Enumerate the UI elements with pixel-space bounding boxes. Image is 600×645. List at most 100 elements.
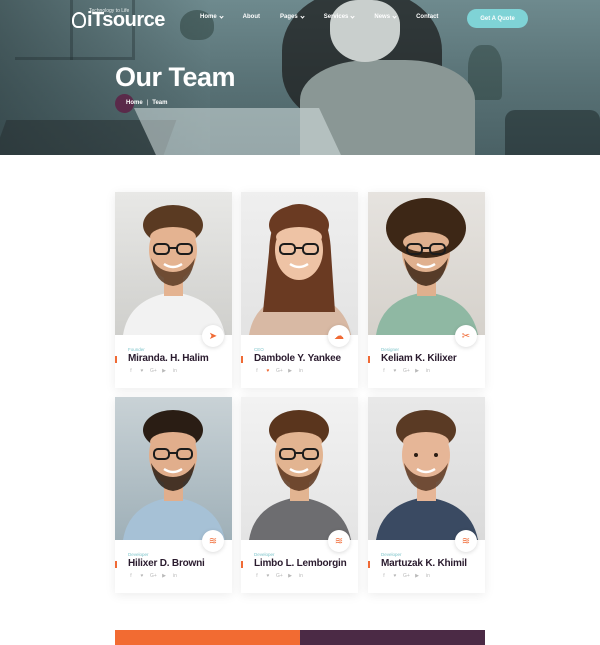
facebook-icon[interactable]: f <box>128 573 134 579</box>
twitter-icon[interactable]: ♥ <box>139 573 145 579</box>
youtube-icon[interactable]: ▶ <box>287 368 293 374</box>
team-card[interactable]: ≋ Developer Limbo L. Lemborgin f ♥ G+ ▶ in <box>241 397 358 593</box>
portrait-illustration <box>376 410 478 540</box>
portrait-illustration <box>249 204 351 335</box>
facebook-icon[interactable]: f <box>381 368 387 374</box>
card-accent-marker <box>241 561 243 568</box>
social-links: f ♥ G+ ▶ in <box>254 368 304 374</box>
nav-item-contact[interactable]: Contact <box>416 14 438 20</box>
twitter-icon[interactable]: ♥ <box>265 573 271 579</box>
nav-item-services[interactable]: Services <box>323 13 356 20</box>
team-card[interactable]: ≋ Developer Martuzak K. Khimil f ♥ G+ ▶ in <box>368 397 485 593</box>
team-member-photo <box>368 397 485 540</box>
card-accent-marker <box>368 356 370 363</box>
twitter-icon[interactable]: ♥ <box>392 368 398 374</box>
chevron-down-icon <box>300 13 305 19</box>
layers-icon[interactable]: ≋ <box>202 530 224 552</box>
twitter-icon[interactable]: ♥ <box>392 573 398 579</box>
linkedin-icon[interactable]: in <box>298 368 304 374</box>
team-member-name[interactable]: Limbo L. Lemborgin <box>254 558 347 569</box>
facebook-icon[interactable]: f <box>381 573 387 579</box>
hero-banner: iTsource Technology to Life Home About P… <box>0 0 600 155</box>
team-member-role: CEO <box>254 347 264 352</box>
card-accent-marker <box>115 356 117 363</box>
team-member-photo <box>241 397 358 540</box>
team-member-role: Developer <box>254 552 275 557</box>
portrait-illustration <box>376 198 478 335</box>
linkedin-icon[interactable]: in <box>425 368 431 374</box>
breadcrumb-current: Team <box>152 100 168 106</box>
linkedin-icon[interactable]: in <box>172 368 178 374</box>
cloud-icon[interactable]: ☁ <box>328 325 350 347</box>
chevron-down-icon <box>350 13 356 19</box>
logo-tagline: Technology to Life <box>89 8 130 14</box>
chevron-down-icon <box>392 13 397 19</box>
footer-cta-right <box>300 630 485 645</box>
breadcrumb: Home | Team <box>126 100 167 106</box>
send-icon[interactable]: ➤ <box>202 325 224 347</box>
portrait-illustration <box>123 410 225 540</box>
social-links: f ♥ G+ ▶ in <box>128 368 178 374</box>
page-title: Our Team <box>115 62 236 92</box>
team-member-name[interactable]: Martuzak K. Khimil <box>381 558 467 569</box>
portrait-illustration <box>249 410 351 540</box>
twitter-icon[interactable]: ♥ <box>265 368 271 374</box>
tools-icon[interactable]: ✂ <box>455 325 477 347</box>
facebook-icon[interactable]: f <box>254 573 260 579</box>
google-icon[interactable]: G+ <box>150 573 157 579</box>
hero-window-mullion <box>70 0 73 60</box>
youtube-icon[interactable]: ▶ <box>161 368 167 374</box>
google-icon[interactable]: G+ <box>150 368 157 374</box>
twitter-icon[interactable]: ♥ <box>139 368 145 374</box>
nav-label: Services <box>323 14 349 20</box>
nav-label: About <box>242 14 260 20</box>
footer-cta-left <box>115 630 300 645</box>
team-member-role: Developer <box>381 552 402 557</box>
layers-icon[interactable]: ≋ <box>455 530 477 552</box>
nav-label: Pages <box>280 14 298 20</box>
google-icon[interactable]: G+ <box>403 368 410 374</box>
main-nav: Home About Pages Services News Contact <box>200 13 458 20</box>
youtube-icon[interactable]: ▶ <box>161 573 167 579</box>
card-accent-marker <box>241 356 243 363</box>
get-quote-button[interactable]: Get A Quote <box>467 9 528 28</box>
team-member-role: Founder <box>128 347 145 352</box>
social-links: f ♥ G+ ▶ in <box>381 573 431 579</box>
layers-icon[interactable]: ≋ <box>328 530 350 552</box>
google-icon[interactable]: G+ <box>276 368 283 374</box>
team-card[interactable]: ☁ CEO Dambole Y. Yankee f ♥ G+ ▶ in <box>241 192 358 388</box>
google-icon[interactable]: G+ <box>403 573 410 579</box>
team-member-name[interactable]: Hilixer D. Browni <box>128 558 205 569</box>
breadcrumb-home[interactable]: Home <box>126 100 143 106</box>
nav-item-news[interactable]: News <box>374 13 397 20</box>
nav-label: Contact <box>416 14 439 20</box>
team-member-name[interactable]: Dambole Y. Yankee <box>254 353 341 364</box>
nav-label: News <box>374 14 391 20</box>
team-member-photo <box>241 192 358 335</box>
nav-item-about[interactable]: About <box>243 14 260 20</box>
facebook-icon[interactable]: f <box>128 368 134 374</box>
breadcrumb-separator: | <box>146 100 149 106</box>
youtube-icon[interactable]: ▶ <box>414 573 420 579</box>
hero-laptop <box>134 108 341 155</box>
linkedin-icon[interactable]: in <box>425 573 431 579</box>
google-icon[interactable]: G+ <box>276 573 283 579</box>
linkedin-icon[interactable]: in <box>298 573 304 579</box>
team-card[interactable]: ≋ Developer Hilixer D. Browni f ♥ G+ ▶ in <box>115 397 232 593</box>
team-card[interactable]: ✂ Designer Keliam K. Kilixer f ♥ G+ ▶ in <box>368 192 485 388</box>
facebook-icon[interactable]: f <box>254 368 260 374</box>
youtube-icon[interactable]: ▶ <box>414 368 420 374</box>
social-links: f ♥ G+ ▶ in <box>128 573 178 579</box>
team-member-name[interactable]: Miranda. H. Halim <box>128 353 209 364</box>
team-member-name[interactable]: Keliam K. Kilixer <box>381 353 457 364</box>
youtube-icon[interactable]: ▶ <box>287 573 293 579</box>
team-member-photo <box>115 192 232 335</box>
linkedin-icon[interactable]: in <box>172 573 178 579</box>
team-member-role: Designer <box>381 347 400 352</box>
nav-label: Home <box>200 14 217 20</box>
team-card[interactable]: ➤ Founder Miranda. H. Halim f ♥ G+ ▶ in <box>115 192 232 388</box>
site-logo[interactable]: iTsource Technology to Life <box>72 8 165 30</box>
nav-item-home[interactable]: Home <box>200 13 224 20</box>
hero-chair <box>505 110 600 155</box>
nav-item-pages[interactable]: Pages <box>280 13 305 20</box>
